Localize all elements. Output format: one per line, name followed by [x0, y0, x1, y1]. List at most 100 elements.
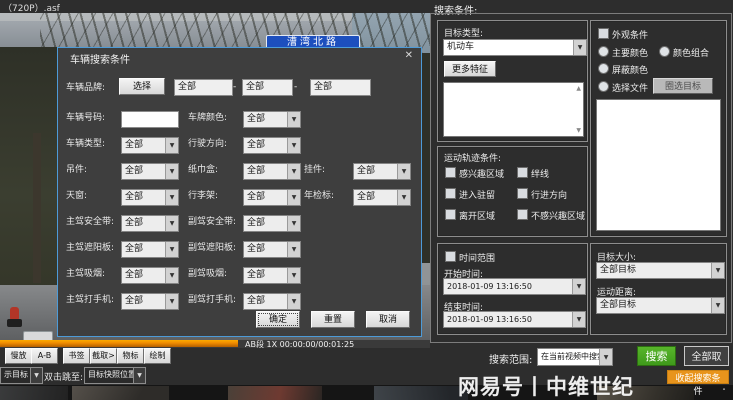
field-select[interactable]: 全部 ▼	[243, 137, 301, 154]
select-value: 全部	[125, 140, 143, 150]
target-type-value: 机动车	[447, 42, 474, 52]
field-select[interactable]: 全部▼	[243, 189, 301, 206]
player-button-6[interactable]: 绘制	[144, 348, 171, 364]
jump-position-value: 目标快照位置	[88, 370, 136, 379]
reset-button[interactable]: 重置	[311, 311, 355, 328]
start-time-value: 2018-01-09 13:16:50	[447, 282, 532, 291]
trajectory-label: 运动轨迹条件:	[444, 151, 501, 164]
player-button-5[interactable]: 物标	[117, 348, 144, 364]
start-time-select[interactable]: 2018-01-09 13:16:50 ▼	[443, 278, 586, 295]
trajectory-checkbox-label: 感兴趣区域	[459, 167, 504, 180]
search-scope-value: 在当前视频中搜索	[541, 352, 605, 361]
select-value: 全部	[125, 166, 143, 176]
field-select[interactable]: 全部▼	[243, 267, 301, 284]
target-type-label: 目标类型:	[444, 26, 483, 39]
trajectory-group: 运动轨迹条件: 感兴趣区域绊线进入驻留行进方向离开区域不感兴趣区域	[437, 146, 588, 237]
trajectory-checkbox[interactable]	[517, 167, 528, 178]
appearance-radio[interactable]	[598, 81, 609, 92]
result-thumbnail[interactable]	[72, 386, 169, 400]
ok-button[interactable]: 确定	[256, 311, 300, 328]
timeline-progress[interactable]	[0, 339, 238, 347]
result-thumbnail[interactable]	[0, 386, 68, 400]
field-select[interactable]: 全部▼	[243, 293, 301, 310]
search-scope-select[interactable]: 在当前视频中搜索 ▼	[537, 348, 613, 366]
trajectory-checkbox[interactable]	[445, 167, 456, 178]
chevron-down-icon: ▼	[711, 263, 724, 278]
time-range-checkbox[interactable]	[445, 251, 456, 262]
field-select[interactable]: 全部▼	[353, 163, 411, 180]
trajectory-checkbox-label: 行进方向	[531, 188, 567, 201]
more-features-button[interactable]: 更多特征	[444, 61, 496, 77]
scene-car	[23, 331, 53, 340]
chevron-down-icon: ▼	[287, 112, 300, 127]
field-label: 主驾安全带:	[66, 215, 114, 230]
select-value: 全部	[247, 114, 265, 124]
field-select[interactable]: 全部▼	[121, 293, 179, 310]
field-select[interactable]: 全部▼	[353, 189, 411, 206]
field-select[interactable]: 全部▼	[121, 267, 179, 284]
field-select[interactable]: 全部▼	[121, 137, 179, 154]
appearance-label: 外观条件	[612, 28, 648, 41]
appearance-radio[interactable]	[598, 63, 609, 74]
field-select[interactable]: 全部▼	[121, 215, 179, 232]
field-label: 主驾打手机:	[66, 293, 114, 308]
select-value: 全部	[247, 296, 265, 306]
result-thumbnail[interactable]	[374, 386, 468, 400]
field-select[interactable]: 全部▼	[243, 215, 301, 232]
circle-select-button[interactable]: 圈选目标	[653, 78, 713, 94]
vehicle-number-input[interactable]	[121, 111, 179, 128]
player-button-3[interactable]: 书签	[63, 348, 90, 364]
time-range-label: 时间范围	[459, 251, 495, 264]
collapse-search-conditions-button[interactable]: 收起搜索条件	[667, 370, 729, 384]
field-label: 吊件:	[66, 163, 87, 178]
trajectory-checkbox[interactable]	[445, 188, 456, 199]
trajectory-checkbox[interactable]	[445, 209, 456, 220]
jump-position-select[interactable]: 目标快照位置 ▼	[84, 367, 146, 384]
appearance-radio[interactable]	[659, 46, 670, 57]
trajectory-checkbox[interactable]	[517, 188, 528, 199]
player-button-1[interactable]: 慢放	[5, 348, 32, 364]
search-button[interactable]: 搜索	[637, 346, 676, 366]
field-select[interactable]: 全部▼	[121, 189, 179, 206]
player-button-2[interactable]: A-B	[31, 348, 58, 364]
move-distance-select[interactable]: 全部目标 ▼	[596, 297, 725, 314]
result-thumbnail[interactable]	[228, 386, 322, 400]
field-select[interactable]: 全部 ▼	[121, 163, 179, 180]
target-size-value: 全部目标	[600, 265, 636, 275]
scroll-up-icon[interactable]: ▲	[576, 85, 581, 92]
field-select[interactable]: 全部▼	[243, 163, 301, 180]
display-target-select[interactable]: 示目标 ▼	[0, 367, 43, 384]
field-select[interactable]: 全部▼	[121, 241, 179, 258]
chevron-down-icon: ▼	[165, 216, 178, 231]
select-value: 全部	[247, 244, 265, 254]
field-select[interactable]: 全部▼	[243, 241, 301, 258]
double-click-jump-label: 双击跳至:	[44, 370, 83, 383]
appearance-radio-label: 选择文件	[612, 81, 648, 94]
select-value: 全部	[247, 140, 265, 150]
chevron-down-icon: ▼	[165, 164, 178, 179]
trajectory-checkbox-label: 不感兴趣区域	[531, 209, 585, 222]
field-select[interactable]: 全部 ▼	[243, 111, 301, 128]
field-label: 挂件:	[304, 163, 325, 178]
features-listbox[interactable]: ▲ ▼	[443, 82, 584, 137]
appearance-checkbox[interactable]	[598, 28, 609, 39]
search-conditions-panel: 目标类型: 机动车 ▼ 更多特征 ▲ ▼ 运动轨迹条件: 感兴趣区域绊线进入驻留…	[430, 13, 732, 343]
appearance-radio[interactable]	[598, 46, 609, 57]
appearance-radio-label: 颜色组合	[673, 46, 709, 59]
scroll-down-icon[interactable]: ▼	[576, 127, 581, 134]
select-value: 全部	[357, 166, 375, 176]
watermark: 网易号丨中维世纪	[458, 371, 634, 400]
target-type-select[interactable]: 机动车 ▼	[443, 39, 587, 56]
player-button-4[interactable]: 截取>	[90, 348, 117, 364]
target-size-select[interactable]: 全部目标 ▼	[596, 262, 725, 279]
chevron-down-icon: ▼	[287, 164, 300, 179]
cancel-button[interactable]: 取消	[366, 311, 410, 328]
appearance-preview-box	[596, 99, 721, 231]
trajectory-checkbox[interactable]	[517, 209, 528, 220]
scroll-up-icon[interactable]: ˄	[718, 387, 730, 398]
end-time-select[interactable]: 2018-01-09 13:16:50 ▼	[443, 311, 586, 328]
time-range-group: 时间范围 开始时间: 2018-01-09 13:16:50 ▼ 结束时间: 2…	[437, 243, 588, 335]
cancel-all-button[interactable]: 全部取消	[684, 346, 729, 366]
select-value: 全部	[247, 270, 265, 280]
chevron-down-icon: ▼	[287, 138, 300, 153]
